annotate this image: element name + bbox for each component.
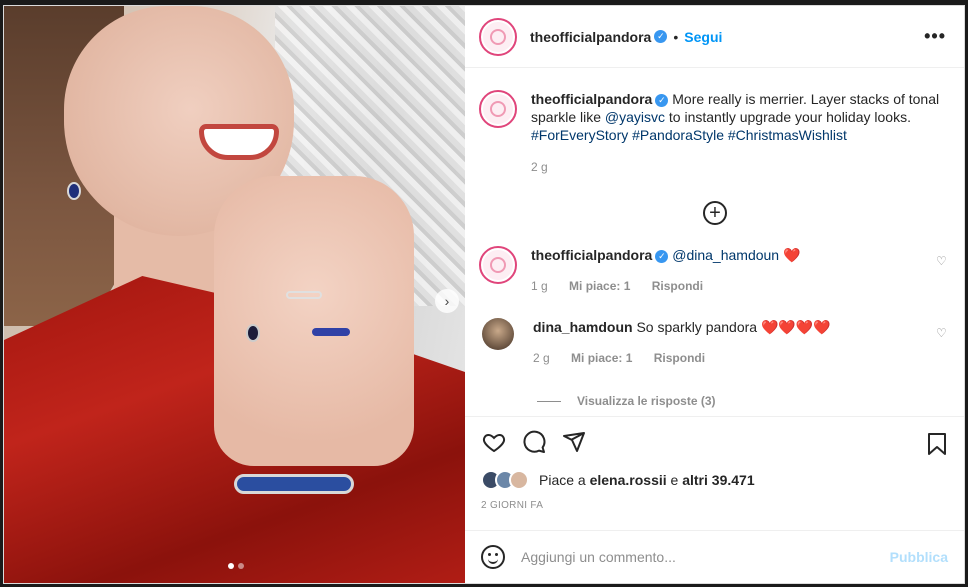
likes-summary: Piace a elena.rossii e altri 39.471 — [481, 470, 948, 490]
verified-badge-icon: ✓ — [654, 30, 668, 43]
carousel-dot — [228, 563, 234, 569]
comment-icon[interactable] — [521, 429, 547, 455]
reply-button[interactable]: Rispondi — [654, 351, 705, 365]
add-comment-bar: Aggiungi un commento... Pubblica — [465, 530, 964, 583]
post-sidebar: theofficialpandora ✓ • Segui ••• theoffi… — [465, 6, 964, 583]
avatar[interactable] — [482, 318, 514, 350]
view-replies-label: Visualizza le risposte (3) — [577, 394, 716, 408]
publish-button[interactable]: Pubblica — [890, 549, 948, 565]
view-replies-button[interactable]: Visualizza le risposte (3) — [537, 394, 716, 408]
likes-mid: e — [666, 472, 683, 488]
avatar[interactable] — [479, 246, 517, 284]
comment-time: 1 g — [531, 279, 548, 293]
comment-likes[interactable]: Mi piace: 1 — [569, 279, 630, 293]
likes-count-link[interactable]: altri 39.471 — [682, 472, 754, 488]
comments-section[interactable]: theofficialpandora ✓ More really is merri… — [465, 68, 964, 416]
ring — [246, 324, 260, 342]
mention-link[interactable]: @dina_hamdoun — [672, 247, 779, 263]
comment-username[interactable]: theofficialpandora — [531, 247, 652, 263]
username-link[interactable]: theofficialpandora — [530, 29, 651, 45]
plus-circle-icon[interactable]: + — [703, 201, 727, 225]
more-options-icon[interactable]: ••• — [924, 26, 946, 47]
avatar — [509, 470, 529, 490]
liker-avatars — [481, 470, 529, 490]
pandora-logo-icon — [490, 28, 506, 45]
ring — [286, 291, 322, 299]
caption-time: 2 g — [531, 160, 548, 174]
earring — [67, 182, 81, 200]
emoji-icon[interactable] — [481, 545, 505, 569]
like-heart-icon[interactable] — [481, 429, 507, 455]
reply-button[interactable]: Rispondi — [652, 279, 703, 293]
comment-text: So sparkly pandora — [636, 319, 758, 335]
heart-emoji: ❤️❤️❤️❤️ — [760, 319, 831, 335]
comment-item: dina_hamdoun So sparkly pandora ❤️❤️❤️❤️… — [479, 318, 948, 367]
verified-badge-icon: ✓ — [655, 93, 669, 107]
comment-time: 2 g — [533, 351, 550, 365]
share-icon[interactable] — [561, 429, 587, 455]
comment-input[interactable]: Aggiungi un commento... — [521, 549, 890, 565]
comment-likes[interactable]: Mi piace: 1 — [571, 351, 632, 365]
next-image-button[interactable]: › — [435, 289, 459, 313]
caption-text: to instantly upgrade your holiday looks. — [665, 109, 911, 125]
caption-username[interactable]: theofficialpandora — [531, 91, 652, 107]
liked-by-link[interactable]: elena.rossii — [590, 472, 667, 488]
avatar[interactable] — [479, 17, 517, 56]
avatar[interactable] — [479, 90, 517, 128]
pandora-logo-icon — [490, 257, 506, 273]
post-time[interactable]: 2 GIORNI FA — [481, 500, 948, 511]
comment-item: theofficialpandora ✓ @dina_hamdoun ❤️ 1 g… — [479, 246, 948, 295]
chevron-right-icon: › — [444, 293, 450, 309]
post-header: theofficialpandora ✓ • Segui ••• — [465, 6, 964, 68]
caption: theofficialpandora ✓ More really is merri… — [479, 90, 948, 176]
hands — [214, 176, 414, 466]
mention-link[interactable]: @yayisvc — [605, 109, 665, 125]
ring — [312, 328, 350, 336]
post-image[interactable]: › — [4, 6, 465, 583]
verified-badge-icon: ✓ — [655, 249, 669, 263]
divider — [537, 400, 561, 402]
bookmark-icon[interactable] — [924, 431, 950, 457]
like-comment-heart-icon[interactable]: ♡ — [936, 326, 948, 340]
like-comment-heart-icon[interactable]: ♡ — [936, 254, 948, 268]
heart-emoji: ❤️ — [783, 247, 801, 263]
post-dialog: › theofficialpandora ✓ • Segui ••• theof… — [3, 5, 965, 584]
follow-button[interactable]: Segui — [684, 29, 722, 45]
bracelet — [234, 474, 354, 494]
separator: • — [673, 28, 679, 45]
hashtags[interactable]: #ForEveryStory #PandoraStyle #ChristmasW… — [531, 127, 847, 143]
pandora-logo-icon — [490, 101, 506, 117]
action-bar: Piace a elena.rossii e altri 39.471 2 GI… — [465, 416, 964, 532]
likes-prefix: Piace a — [539, 472, 590, 488]
carousel-dots — [228, 563, 244, 569]
carousel-dot — [238, 563, 244, 569]
comment-username[interactable]: dina_hamdoun — [533, 319, 633, 335]
